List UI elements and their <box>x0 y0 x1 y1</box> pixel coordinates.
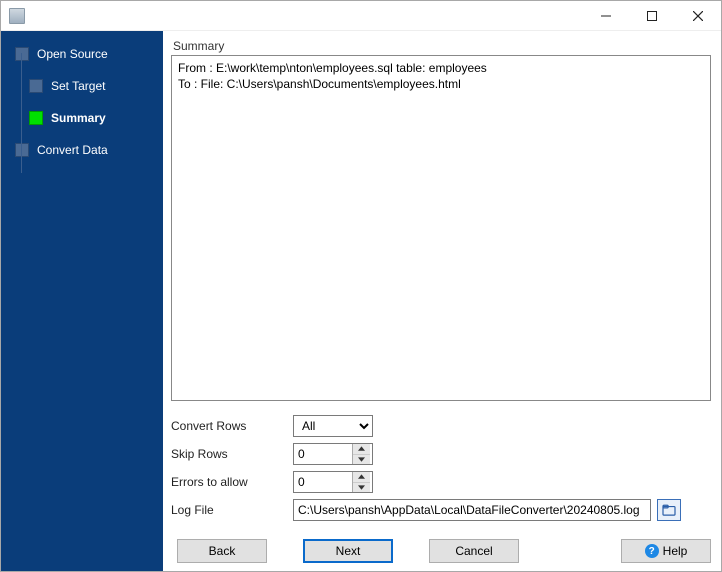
errors-allow-spinner[interactable] <box>293 471 373 493</box>
step-marker-icon <box>15 47 29 61</box>
step-open-source[interactable]: Open Source <box>1 43 163 65</box>
row-log-file: Log File <box>171 499 711 521</box>
row-errors-allow: Errors to allow <box>171 471 711 493</box>
log-file-input[interactable] <box>293 499 651 521</box>
step-label: Convert Data <box>37 143 108 157</box>
skip-rows-spinner[interactable] <box>293 443 373 465</box>
close-button[interactable] <box>675 1 721 31</box>
step-summary[interactable]: Summary <box>1 107 163 129</box>
spin-up-button[interactable] <box>353 444 370 455</box>
next-button[interactable]: Next <box>303 539 393 563</box>
step-label: Set Target <box>51 79 105 93</box>
main-panel: Summary From : E:\work\temp\nton\employe… <box>163 31 721 571</box>
content-area: Open Source Set Target Summary Convert D… <box>1 31 721 571</box>
step-label: Summary <box>51 111 106 125</box>
row-skip-rows: Skip Rows <box>171 443 711 465</box>
row-convert-rows: Convert Rows All <box>171 415 711 437</box>
help-button[interactable]: ? Help <box>621 539 711 563</box>
convert-rows-select[interactable]: All <box>293 415 373 437</box>
app-icon <box>9 8 25 24</box>
options-form: Convert Rows All Skip Rows Errors to all… <box>171 415 711 527</box>
spin-up-button[interactable] <box>353 472 370 483</box>
step-marker-icon <box>15 143 29 157</box>
errors-allow-label: Errors to allow <box>171 475 293 489</box>
titlebar <box>1 1 721 31</box>
summary-text[interactable]: From : E:\work\temp\nton\employees.sql t… <box>171 55 711 401</box>
skip-rows-label: Skip Rows <box>171 447 293 461</box>
step-convert-data[interactable]: Convert Data <box>1 139 163 161</box>
skip-rows-input[interactable] <box>294 444 352 464</box>
step-set-target[interactable]: Set Target <box>1 75 163 97</box>
button-bar: Back Next Cancel ? Help <box>171 539 711 563</box>
errors-allow-input[interactable] <box>294 472 352 492</box>
convert-rows-label: Convert Rows <box>171 419 293 433</box>
summary-group-label: Summary <box>173 39 711 53</box>
log-file-label: Log File <box>171 503 293 517</box>
step-marker-icon <box>29 111 43 125</box>
wizard-sidebar: Open Source Set Target Summary Convert D… <box>1 31 163 571</box>
step-marker-icon <box>29 79 43 93</box>
spin-down-button[interactable] <box>353 483 370 493</box>
step-label: Open Source <box>37 47 108 61</box>
browse-log-button[interactable] <box>657 499 681 521</box>
help-icon: ? <box>645 544 659 558</box>
spin-down-button[interactable] <box>353 455 370 465</box>
maximize-button[interactable] <box>629 1 675 31</box>
cancel-button[interactable]: Cancel <box>429 539 519 563</box>
back-button[interactable]: Back <box>177 539 267 563</box>
minimize-button[interactable] <box>583 1 629 31</box>
